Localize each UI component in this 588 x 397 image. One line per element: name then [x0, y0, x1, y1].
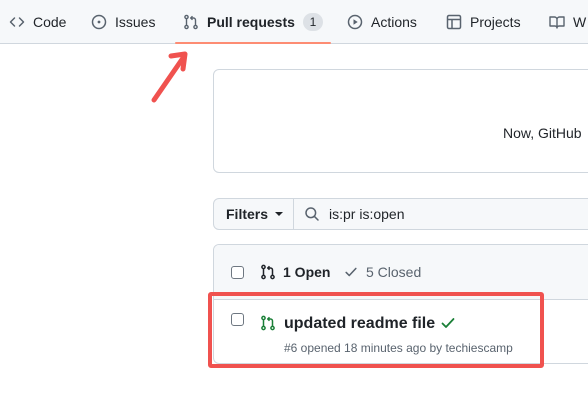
tab-code[interactable]: Code — [9, 0, 66, 43]
issue-opened-icon — [91, 14, 107, 30]
caret-down-icon — [275, 212, 284, 216]
filters-button[interactable]: Filters — [213, 198, 294, 230]
list-header: 1 Open 5 Closed — [214, 245, 588, 300]
filters-button-label: Filters — [226, 206, 269, 222]
search-field[interactable] — [293, 198, 588, 230]
open-count-label: 1 Open — [283, 264, 331, 280]
code-icon — [9, 14, 25, 30]
tab-projects-label: Projects — [470, 13, 521, 30]
tab-actions-label: Actions — [371, 13, 417, 30]
tab-issues[interactable]: Issues — [91, 0, 155, 43]
github-pull-requests-page: Code Issues Pull requests 1 Actions Proj… — [0, 0, 588, 397]
tab-wiki-label: W — [573, 13, 587, 30]
check-success-icon[interactable] — [440, 315, 456, 331]
tab-wiki[interactable]: W — [549, 0, 586, 43]
pull-request-meta: #6 opened 18 minutes ago by techiescamp — [284, 341, 513, 355]
list-item: updated readme file #6 opened 18 minutes… — [214, 300, 588, 363]
search-icon — [304, 206, 320, 222]
tab-actions[interactable]: Actions — [347, 0, 417, 43]
git-pull-request-icon — [183, 14, 199, 30]
check-icon — [344, 265, 358, 279]
search-input[interactable] — [329, 206, 588, 222]
git-pull-request-icon — [260, 264, 276, 280]
repo-nav: Code Issues Pull requests 1 Actions Proj… — [0, 0, 588, 44]
open-filter-link[interactable]: 1 Open — [260, 264, 330, 280]
tab-pull-requests[interactable]: Pull requests 1 — [183, 0, 323, 43]
tab-code-label: Code — [33, 13, 67, 30]
select-all-checkbox[interactable] — [231, 266, 244, 279]
pull-request-title-link[interactable]: updated readme file — [284, 315, 435, 333]
pull-requests-count-badge: 1 — [302, 12, 323, 31]
closed-count-label: 5 Closed — [366, 264, 422, 280]
closed-filter-link[interactable]: 5 Closed — [344, 264, 421, 280]
book-icon — [549, 14, 565, 30]
notice-banner-text: Now, GitHub — [503, 125, 582, 141]
tab-issues-label: Issues — [115, 13, 156, 30]
selected-tab-underline — [175, 42, 331, 44]
pull-request-checkbox[interactable] — [231, 313, 244, 326]
play-icon — [347, 14, 363, 30]
tab-projects[interactable]: Projects — [446, 0, 521, 43]
git-pull-request-open-icon — [260, 315, 276, 331]
pull-request-list: 1 Open 5 Closed updated readme file #6 o… — [213, 244, 588, 364]
notice-banner: Now, GitHub — [213, 69, 588, 173]
annotation-arrow — [151, 51, 188, 103]
tab-pull-requests-label: Pull requests — [207, 13, 295, 30]
table-icon — [446, 14, 462, 30]
